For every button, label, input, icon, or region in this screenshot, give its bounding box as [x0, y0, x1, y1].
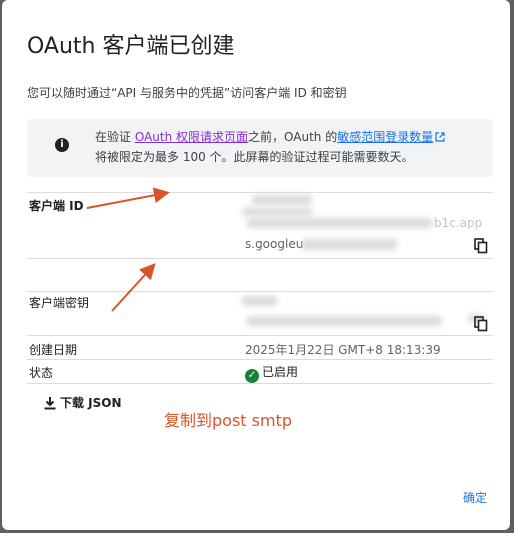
created-date-label: 创建日期 [29, 343, 78, 357]
download-json-button[interactable]: 下载 JSON [43, 394, 122, 411]
divider [27, 192, 493, 193]
oauth-client-created-dialog: OAuth 客户端已创建 您可以随时通过“API 与服务中的凭据”访问客户端 I… [2, 0, 510, 530]
status-value: ✓ 已启用 [245, 363, 298, 383]
divider [27, 335, 493, 336]
redacted-client-secret [242, 296, 277, 306]
client-secret-label: 客户端密钥 [29, 296, 90, 310]
copy-client-secret-icon[interactable] [474, 316, 488, 332]
ok-button[interactable]: 确定 [463, 489, 487, 506]
external-link-icon[interactable] [435, 132, 445, 142]
notice-text: 在验证 OAuth 权限请求页面之前，OAuth 的敏感范围登录数量 将被限定为… [95, 127, 485, 167]
redacted-client-id [247, 218, 432, 228]
status-label: 状态 [29, 366, 54, 380]
notice-part2: 之前，OAuth 的 [248, 130, 338, 144]
dialog-subtitle: 您可以随时通过“API 与服务中的凭据”访问客户端 ID 和密钥 [27, 86, 347, 100]
redacted-client-id [302, 239, 397, 250]
divider [27, 291, 493, 292]
divider [27, 383, 493, 384]
redacted-client-secret [247, 316, 442, 326]
sensitive-scope-link[interactable]: 敏感范围登录数量 [337, 130, 433, 144]
divider [27, 359, 493, 360]
divider [27, 258, 493, 259]
redacted-client-id [242, 208, 312, 216]
annotation-note: 复制到post smtp [164, 411, 292, 430]
copy-client-id-icon[interactable] [474, 238, 488, 254]
check-circle-icon: ✓ [245, 369, 259, 383]
info-icon: i [55, 138, 69, 152]
status-text: 已启用 [262, 365, 299, 379]
client-id-fragment: s.googleu [245, 237, 304, 251]
created-date-value: 2025年1月22日 GMT+8 18:13:39 [245, 343, 441, 357]
verification-notice: i 在验证 OAuth 权限请求页面之前，OAuth 的敏感范围登录数量 将被限… [27, 119, 493, 177]
redacted-client-id [252, 195, 312, 205]
client-id-fragment: b1c.app [434, 216, 483, 230]
client-id-label: 客户端 ID [29, 199, 84, 213]
download-json-label: 下载 JSON [60, 396, 122, 410]
dialog-title: OAuth 客户端已创建 [27, 34, 235, 59]
notice-part3: 将被限定为最多 100 个。此屏幕的验证过程可能需要数天。 [95, 150, 414, 164]
oauth-consent-screen-link[interactable]: OAuth 权限请求页面 [135, 130, 248, 144]
notice-part1: 在验证 [95, 130, 135, 144]
download-icon [44, 396, 56, 409]
